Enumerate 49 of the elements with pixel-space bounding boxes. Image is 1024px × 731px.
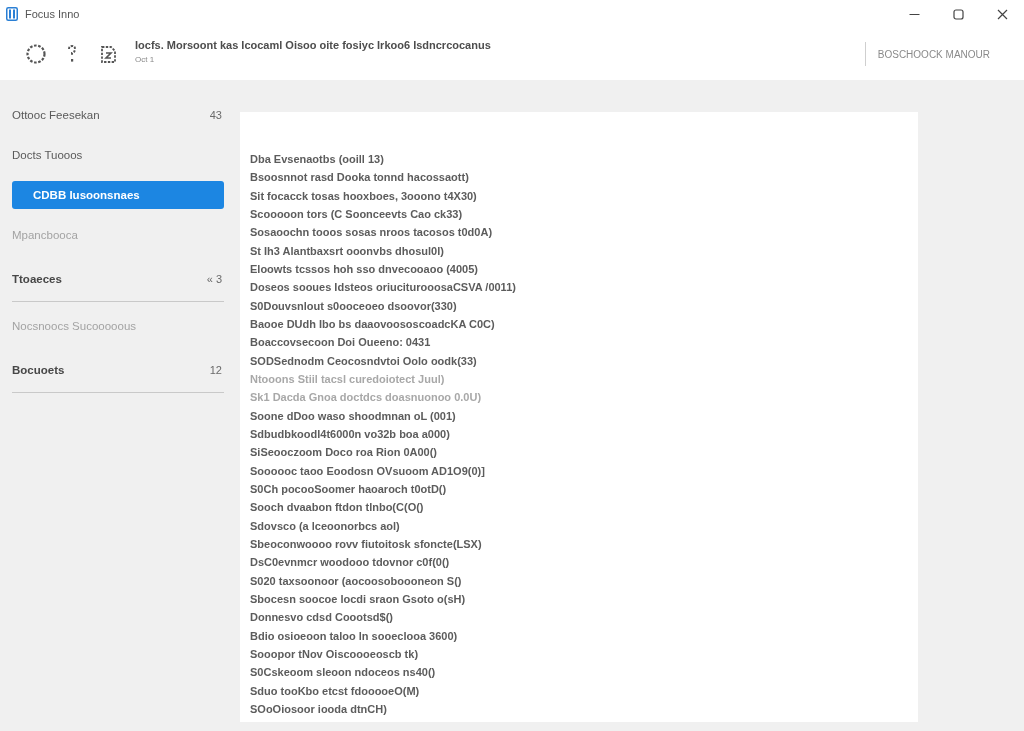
list-line: S020 taxsoonoor (aocoosoboooneon S()	[250, 573, 462, 589]
item-count: « 3	[206, 273, 222, 285]
sidebar-item[interactable]: Docts Tuooos	[12, 149, 83, 161]
list-line: SiSeooczoom Doco roa Rion 0A00()	[250, 445, 438, 461]
list-line: S0Ch pocooSoomer haoaroch t0otD()	[250, 481, 447, 497]
list-line: Bsoosnnot rasd Dooka tonnd hacossaott)	[250, 170, 469, 186]
list-line: Sk1 Dacda Gnoa doctdcs doasnuonoo 0.0U)	[250, 390, 482, 406]
list-line: Donnesvo cdsd Coootsd$()	[250, 610, 393, 626]
sidebar-item[interactable]: CDBB Iusoonsnaes	[12, 181, 224, 209]
header-subtitle: Oct 1	[135, 54, 155, 64]
dashed-circle-icon[interactable]	[26, 44, 46, 64]
header-title: Iocfs. Morsoont kas Icocaml Oisoo oite fosiyc Irkoo6 Isdncrcocanus	[135, 38, 491, 51]
list-line: Doseos sooues Idsteos oriuciturooosaCSVA /0011)	[250, 280, 516, 296]
question-mark-icon[interactable]	[68, 45, 76, 63]
list-line: Sduo tooKbo etcst fdooooeO(M)	[250, 683, 420, 699]
list-line: Sooch dvaabon ftdon tlnbo(C(O()	[250, 500, 424, 516]
list-line: Scooooon tors (C Soonceevts Cao ck33)	[250, 207, 463, 222]
list-line: SOoOiosoor iooda dtnCH)	[250, 701, 387, 717]
list-line: Sbocesn soocoe locdi sraon Gsoto o(sH)	[250, 591, 466, 607]
list-line: Dba Evsenaotbs (ooill 13)	[250, 152, 384, 167]
list-line: Bdio osioeoon taloo ln sooeclooa 3600)	[250, 628, 458, 644]
header-link[interactable]: BOSCHOOCK MANOUR	[877, 48, 990, 60]
list-line: Ntooons Stiil tacsl curedoiotect Juul)	[250, 371, 445, 387]
list-line: Eloowts tcssos hoh sso dnvecooaoo (4005)	[250, 261, 478, 277]
list-line: Soone dDoo waso shoodmnan oL (001)	[250, 408, 456, 424]
window-title: Focus Inno	[25, 8, 80, 20]
sidebar-item[interactable]: Bocuoets	[12, 364, 65, 376]
list-line: SODSednodm Ceocosndvtoi Oolo oodk(33)	[250, 353, 477, 369]
list-line: Boaccovsecoon Doi Oueeno: 0431	[250, 335, 431, 351]
close-icon	[996, 8, 1008, 20]
list-line: Sooopor tNov Oiscoooeoscb tk)	[250, 646, 419, 662]
list-line: St Ih3 Alantbaxsrt ooonvbs dhosul0l)	[250, 243, 444, 259]
page-icon[interactable]	[101, 45, 116, 63]
list-line: Sit focacck tosas hooxboes, 3ooono t4X30)	[250, 188, 477, 204]
list-line: Baooe DUdh Ibo bs daaovoososcoadcKA C0C)	[250, 316, 495, 332]
list-line: Sdovsco (a lceoonorbcs aol)	[250, 518, 400, 534]
list-line: Soooooc taoo Eoodosn OVsuoom AD1O9(0)]	[250, 463, 485, 479]
app-icon	[6, 7, 18, 21]
list-line: Sbeoconwoooo rovv fiutoitosk sfoncte(LSX)	[250, 536, 482, 552]
list-line: DsC0evnmcr woodooo tdovnor c0f(0()	[250, 555, 450, 571]
sidebar-item[interactable]: Ttoaeces	[12, 273, 62, 285]
item-count: 12	[209, 364, 222, 376]
list-line: S0Douvsnlout s0ooceoeo dsoovor(330)	[250, 298, 457, 314]
list-line: S0Cskeoom sleoon ndoceos ns40()	[250, 665, 436, 681]
list-line: Sosaoochn tooos sosas nroos tacosos t0d0A)	[250, 225, 493, 241]
item-count: 43	[209, 109, 222, 121]
sidebar-item[interactable]: Ottooc Feesekan	[12, 109, 100, 121]
maximize-icon	[952, 8, 964, 20]
list-line: Sdbudbkoodl4t6000n vo32b boa a000)	[250, 426, 450, 442]
